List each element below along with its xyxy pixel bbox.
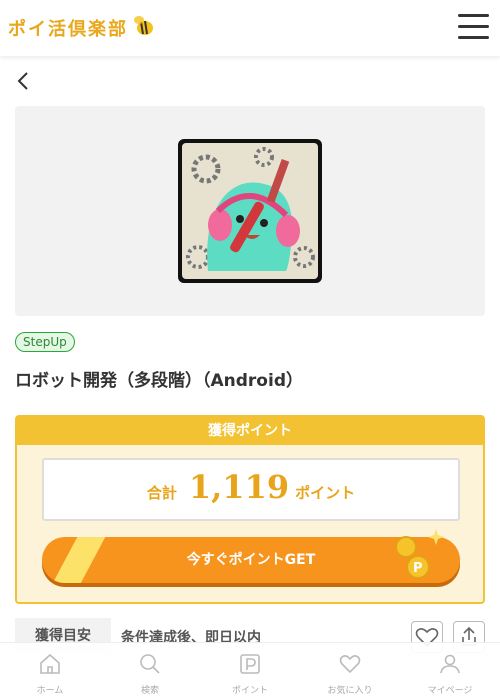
tab-label: マイページ [427,686,473,696]
points-total: 合計 1,119 ポイント [42,458,460,521]
app-image [178,139,322,283]
stepup-badge: StepUp [15,332,75,352]
logo-text: ポイ活倶楽部 [8,19,128,40]
tab-label: 検索 [140,686,159,696]
user-icon [440,654,460,674]
points-heading: 獲得ポイント [17,417,483,445]
svg-text:P: P [413,561,423,576]
total-unit: ポイント [295,484,356,502]
cta-label: 今すぐポイントGET [186,552,316,568]
menu-icon[interactable] [458,14,489,40]
home-icon [40,653,60,674]
button-stripe [45,537,111,583]
search-icon [140,654,160,674]
tab-points[interactable]: ポイント [200,643,300,700]
heart-icon [339,655,361,674]
tab-label: ポイント [231,686,268,696]
offer-title: ロボット開発（多段階）（Android） [15,371,303,391]
app-header: ポイ活倶楽部 [0,0,500,56]
point-icon [240,654,260,674]
tab-mypage[interactable]: マイページ [400,643,500,700]
back-chevron-icon[interactable] [14,70,34,92]
site-logo[interactable]: ポイ活倶楽部 [8,14,156,42]
bee-icon [132,14,156,42]
total-value: 1,119 [188,468,290,506]
total-label: 合計 [146,484,177,502]
tab-favorites[interactable]: お気に入り [300,643,400,700]
tab-label: お気に入り [327,686,373,696]
tab-home[interactable]: ホーム [0,643,100,700]
coins-icon: P [392,527,444,579]
bottom-nav: ホーム 検索 ポイント お気に入り マイページ [0,642,500,700]
tab-label: ホーム [36,686,64,696]
tab-search[interactable]: 検索 [100,643,200,700]
